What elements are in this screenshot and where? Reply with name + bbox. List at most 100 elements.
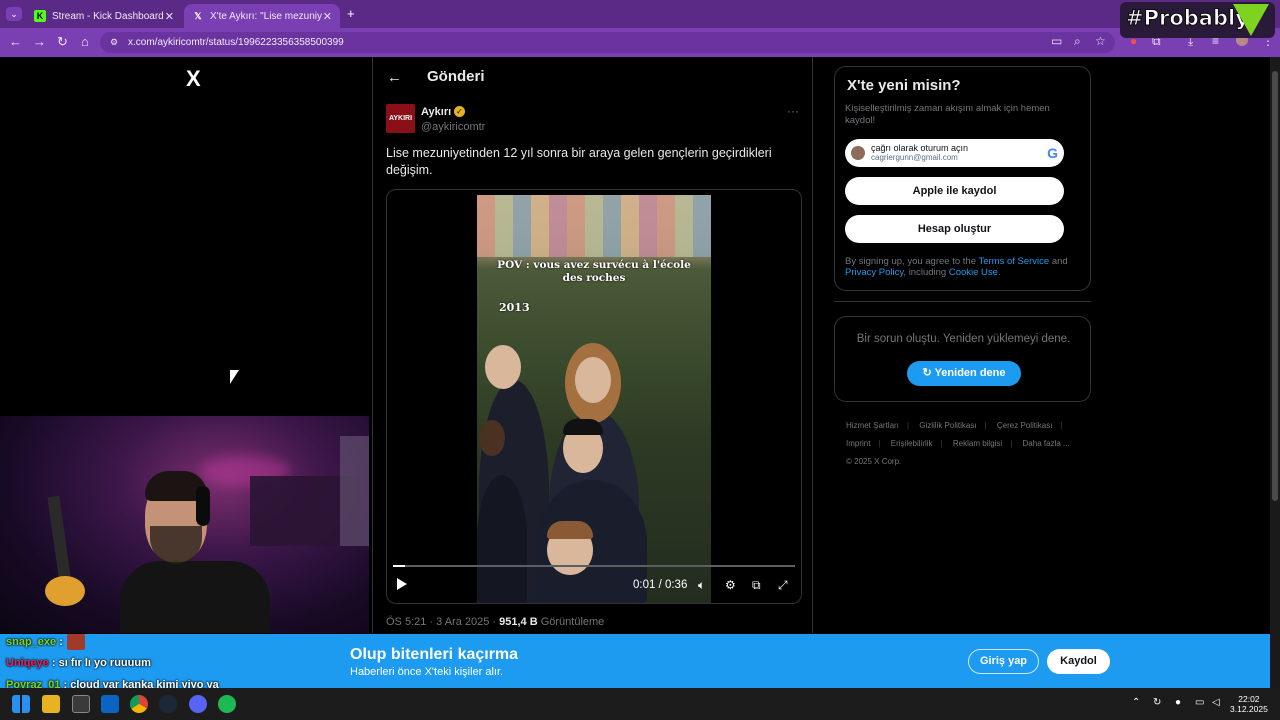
student-girl-face <box>575 357 611 403</box>
page-scrollbar[interactable] <box>1270 57 1280 688</box>
tray-mic-icon[interactable]: ● <box>1175 697 1181 708</box>
install-icon[interactable]: ▭ <box>1051 34 1062 48</box>
footer-link-imprint[interactable]: Imprint <box>846 439 870 448</box>
url-text: x.com/aykiricomtr/status/199622335635850… <box>128 37 344 48</box>
create-account-label: Hesap oluştur <box>917 223 992 235</box>
steam-icon[interactable] <box>159 695 177 713</box>
tray-monitor-icon[interactable]: ▭ <box>1195 697 1204 708</box>
outlook-icon[interactable] <box>101 695 119 713</box>
privacy-policy-link[interactable]: Privacy Policy <box>845 267 903 278</box>
post-timestamp[interactable]: ÖS 5:21 · 3 Ara 2025 · <box>386 616 499 628</box>
brand-text: #Probably <box>1126 6 1250 31</box>
google-signin-label: çağrı olarak oturum açın <box>871 143 969 153</box>
tab-close-icon[interactable]: ✕ <box>165 10 174 23</box>
tray-sync-icon[interactable]: ↻ <box>1153 697 1161 708</box>
views-count: 951,4 B <box>499 616 538 628</box>
store-icon[interactable] <box>72 695 90 713</box>
pip-icon[interactable]: ⧉ <box>752 578 761 593</box>
new-tab-button[interactable]: + <box>347 6 355 21</box>
avatar-text: AYKIRI <box>388 115 413 122</box>
site-info-icon[interactable]: ⚙ <box>110 32 118 53</box>
play-icon[interactable] <box>397 578 407 590</box>
footer-link-ads-info[interactable]: Reklam bilgisi <box>953 439 1002 448</box>
video-progress-bar[interactable] <box>393 565 795 567</box>
spotify-icon[interactable] <box>218 695 236 713</box>
error-card: Bir sorun oluştu. Yeniden yüklemeyi dene… <box>834 316 1091 402</box>
more-options-icon[interactable]: ··· <box>787 104 799 118</box>
video-progress-fill <box>393 565 406 567</box>
copyright: © 2025 X Corp. <box>846 457 902 466</box>
video-player[interactable]: POV : vous avez survécu à l'école des ro… <box>386 189 802 604</box>
terms-of-service-link[interactable]: Terms of Service <box>978 256 1049 267</box>
scrollbar-thumb[interactable] <box>1272 71 1278 501</box>
volume-icon[interactable]: 🔈︎ <box>698 578 705 593</box>
footer-link-cookies[interactable]: Çerez Politikası <box>997 421 1053 430</box>
chat-text: : sı fır lı yo ruuuum <box>48 657 151 669</box>
retry-label: Yeniden dene <box>934 367 1006 379</box>
tab-search-icon[interactable]: ⌄ <box>6 7 22 21</box>
footer-link-terms[interactable]: Hizmet Şartları <box>846 421 899 430</box>
register-button[interactable]: Kaydol <box>1047 649 1110 674</box>
bookmark-star-icon[interactable]: ☆ <box>1095 34 1106 48</box>
chat-username: snap_exe <box>6 635 57 648</box>
author-avatar[interactable]: AYKIRI <box>386 104 415 133</box>
apple-signup-button[interactable]: Apple ile kaydol <box>845 177 1064 205</box>
forward-arrow-icon[interactable]: → <box>33 34 46 49</box>
signup-card: X'te yeni misin? Kişiselleştirilmiş zama… <box>834 66 1091 291</box>
post-column: ← Gönderi AYKIRI Aykırı ✓ @aykiricomtr ·… <box>372 57 813 633</box>
footer-link-privacy[interactable]: Gizlilik Politikası <box>919 421 976 430</box>
verified-badge-icon: ✓ <box>454 106 465 117</box>
terms-including: , including <box>903 267 949 278</box>
author-name[interactable]: Aykırı <box>421 106 451 118</box>
chat-emote-icon <box>66 634 85 650</box>
windows-taskbar: ⌃ ↻ ● ▭ ◁ 22:02 3.12.2025 <box>0 688 1280 720</box>
reload-icon[interactable]: ↻ <box>57 34 68 50</box>
footer-links: Hizmet Şartları | Gizlilik Politikası | Çe… <box>846 417 1086 471</box>
streamer-body <box>120 561 270 633</box>
back-arrow-icon[interactable]: ← <box>9 34 22 49</box>
zoom-icon[interactable]: ⌕ <box>1074 34 1081 49</box>
tab-kick-dashboard[interactable]: K Stream - Kick Dashboard ✕ <box>26 4 182 28</box>
chat-message: Uniqeye : sı fır lı yo ruuuum <box>6 657 151 669</box>
google-account-avatar <box>851 146 865 160</box>
login-button[interactable]: Giriş yap <box>968 649 1039 674</box>
windows-start-icon[interactable] <box>12 695 30 713</box>
colored-flags <box>477 195 711 257</box>
chrome-icon[interactable] <box>130 695 148 713</box>
back-arrow-icon[interactable]: ← <box>387 69 402 86</box>
stream-overlay-brand: #Probably <box>1120 2 1275 38</box>
brand-v-logo-icon <box>1233 4 1269 36</box>
tab-label: X'te Aykırı: "Lise mezuniyetinde <box>210 10 322 22</box>
plush-toy <box>45 576 85 606</box>
divider <box>834 301 1091 302</box>
banner-title: Olup bitenleri kaçırma <box>350 646 519 663</box>
footer-link-more[interactable]: Daha fazla ... <box>1023 439 1070 448</box>
fullscreen-icon[interactable]: ⤢ <box>778 578 788 593</box>
clock-date: 3.12.2025 <box>1230 704 1268 714</box>
page-title: Gönderi <box>427 68 485 85</box>
tab-x-post[interactable]: 𝕏 X'te Aykırı: "Lise mezuniyetinde ✕ <box>184 4 340 28</box>
discord-icon[interactable] <box>189 695 207 713</box>
system-clock[interactable]: 22:02 3.12.2025 <box>1230 694 1268 714</box>
settings-gear-icon[interactable]: ⚙ <box>725 578 736 592</box>
create-account-button[interactable]: Hesap oluştur <box>845 215 1064 243</box>
tray-chevron-icon[interactable]: ⌃ <box>1132 697 1140 708</box>
google-logo-icon: G <box>1047 145 1058 161</box>
footer-link-accessibility[interactable]: Erişilebilirlik <box>891 439 933 448</box>
streamer-beard <box>150 526 202 564</box>
google-signin-button[interactable]: çağrı olarak oturum açın cagriergunn@gma… <box>845 139 1064 167</box>
retry-button[interactable]: ↻ Yeniden dene <box>907 361 1021 386</box>
clock-time: 22:02 <box>1238 694 1260 704</box>
author-handle[interactable]: @aykiricomtr <box>421 121 485 133</box>
x-logo-icon[interactable]: X <box>186 66 201 92</box>
video-caption: POV : vous avez survécu à l'école des ro… <box>497 259 691 284</box>
cookie-use-link[interactable]: Cookie Use <box>949 267 998 278</box>
file-explorer-icon[interactable] <box>42 695 60 713</box>
home-icon[interactable]: ⌂ <box>81 34 89 49</box>
tab-close-icon[interactable]: ✕ <box>323 10 332 23</box>
post-text: Lise mezuniyetinden 12 yıl sonra bir ara… <box>386 146 772 177</box>
x-favicon-icon: 𝕏 <box>194 10 202 21</box>
terms-prefix: By signing up, you agree to the <box>845 256 979 267</box>
address-input[interactable]: ⚙ x.com/aykiricomtr/status/1996223356358… <box>100 32 1115 53</box>
tray-volume-icon[interactable]: ◁ <box>1212 697 1220 708</box>
